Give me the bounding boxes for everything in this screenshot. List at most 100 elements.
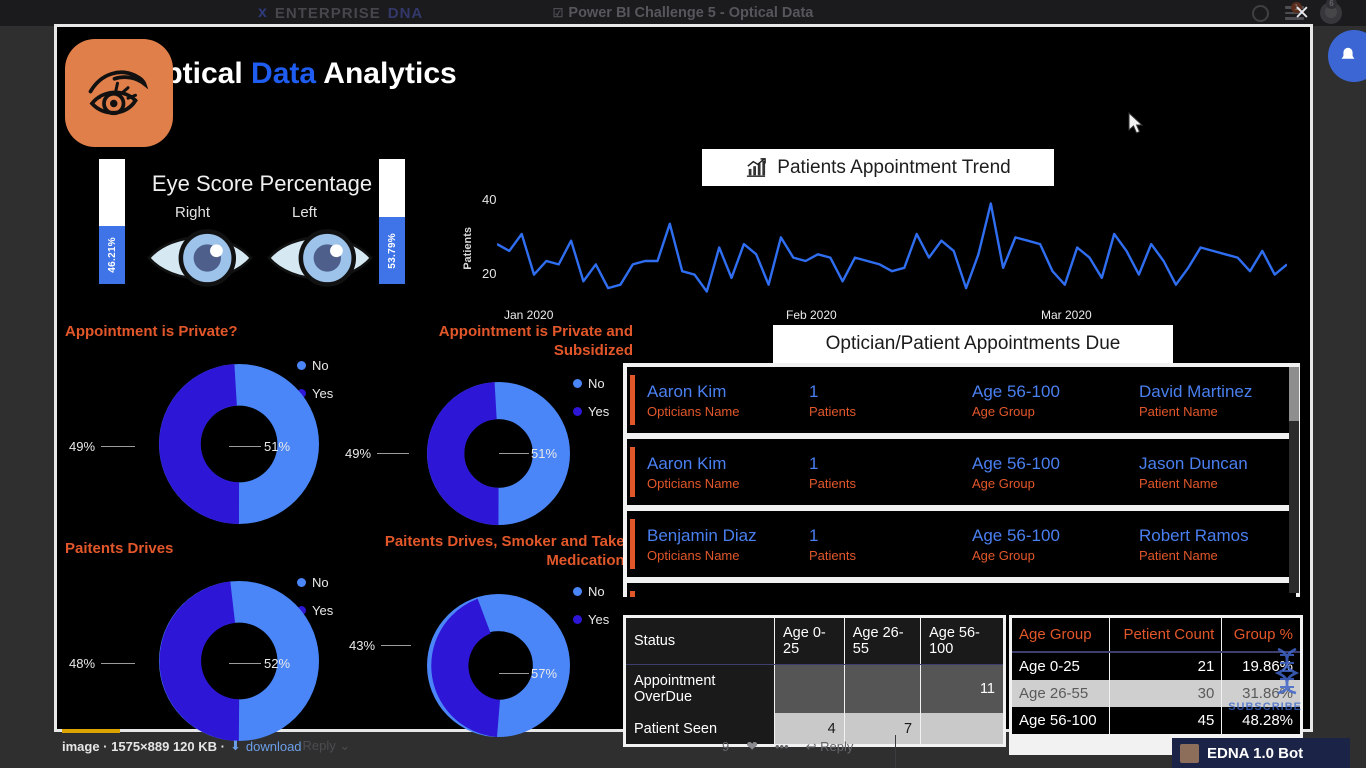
card-field: 1 Patients bbox=[809, 454, 856, 491]
age-group-table-panel: Age Group Petient Count Group % Age 0-25 21… bbox=[1009, 615, 1303, 755]
card-label: Patients bbox=[809, 547, 856, 563]
donut-pct-left: 43% bbox=[349, 638, 376, 653]
age-group-table[interactable]: Age Group Petient Count Group % Age 0-25 21… bbox=[1012, 618, 1300, 734]
donut-patients-drives: Paitents Drives No Yes 48% 52% bbox=[57, 539, 357, 754]
eye-score-panel: Eye Score Percentage Right Left 46.21% 5… bbox=[87, 149, 437, 309]
table-cell: Age 0-25 bbox=[1012, 652, 1110, 680]
bot-chip[interactable]: EDNA 1.0 Bot bbox=[1172, 738, 1350, 768]
card-label: Age Group bbox=[972, 475, 1035, 491]
chat-bubble-button[interactable] bbox=[1328, 30, 1366, 82]
appointment-card[interactable]: Aaron Kim Opticians Name 1 Patients Age 56-1… bbox=[627, 439, 1296, 505]
card-field: 1 Patients bbox=[809, 526, 856, 563]
card-label: Patient Name bbox=[1139, 547, 1218, 563]
card-value: 1 bbox=[809, 381, 819, 401]
status-matrix[interactable]: Status Age 0-25 Age 26-55 Age 56-100 Appoin… bbox=[626, 618, 1003, 744]
card-label: Patients bbox=[809, 403, 856, 419]
card-label: Opticians Name bbox=[647, 403, 740, 419]
column-header[interactable]: Status bbox=[626, 618, 775, 665]
post-actions: 9 ❤ ••• ↩ Reply bbox=[722, 738, 853, 755]
donut-pct-left: 49% bbox=[345, 446, 372, 461]
donut-ring[interactable] bbox=[159, 364, 319, 524]
left-eye-gauge: 53.79% bbox=[379, 159, 405, 284]
appointments-due-title: Optician/Patient Appointments Due bbox=[773, 325, 1173, 363]
donut-pct-right: 51% bbox=[531, 446, 558, 461]
bell-icon bbox=[1341, 47, 1355, 59]
card-value: Aaron Kim bbox=[647, 453, 727, 473]
appointment-card[interactable]: Benjamin Diaz Opticians Name 1 Patients Age … bbox=[627, 511, 1296, 577]
table-header-row: Status Age 0-25 Age 26-55 Age 56-100 bbox=[626, 618, 1003, 665]
table-cell: 45 bbox=[1109, 707, 1222, 734]
appointments-due-panel: Optician/Patient Appointments Due Aaron … bbox=[623, 325, 1303, 607]
topic-title-text: Power BI Challenge 5 - Optical Data bbox=[568, 5, 814, 21]
appointment-card[interactable]: Janet YoungOpticians Name1PatientsAge 56… bbox=[627, 583, 1296, 597]
card-value: Robert Ramos bbox=[1139, 525, 1249, 545]
column-header[interactable]: Age 56-100 bbox=[920, 618, 1003, 665]
vertical-divider bbox=[895, 735, 896, 768]
search-icon[interactable] bbox=[1252, 4, 1269, 22]
title-part-blue: Data bbox=[251, 57, 317, 90]
card-field: Jason Duncan Patient Name bbox=[1139, 454, 1248, 491]
reply-label: Reply bbox=[820, 738, 854, 754]
topic-title: ☑ Power BI Challenge 5 - Optical Data bbox=[0, 0, 1366, 26]
column-header[interactable]: Age 26-55 bbox=[843, 618, 921, 665]
card-label: Opticians Name bbox=[647, 475, 740, 491]
card-value: Benjamin Diaz bbox=[647, 525, 757, 545]
subscribe-watermark: SUBSCRIBE bbox=[1228, 701, 1302, 713]
trend-title-button[interactable]: Patients Appointment Trend bbox=[702, 149, 1054, 186]
dashboard-canvas: Optical Data Analytics Eye Score Percent… bbox=[57, 27, 1310, 755]
trend-ytick-20: 20 bbox=[482, 266, 497, 281]
bot-name: EDNA 1.0 Bot bbox=[1207, 744, 1304, 762]
appointment-card[interactable]: Aaron Kim Opticians Name 1 Patients Age 56-1… bbox=[627, 367, 1296, 433]
close-lightbox-button[interactable]: ✕ bbox=[1288, 0, 1316, 26]
card-field: Aaron Kim Opticians Name bbox=[647, 454, 739, 491]
card-value: Aaron Kim bbox=[647, 381, 727, 401]
reply-button[interactable]: ↩ Reply bbox=[806, 739, 854, 755]
table-cell: 21 bbox=[1109, 652, 1222, 680]
card-value: Age 56-100 bbox=[972, 453, 1060, 473]
card-value: Age 56-100 bbox=[972, 381, 1060, 401]
donut-title: Paitents Drives bbox=[65, 540, 174, 557]
legend-no: No bbox=[588, 584, 605, 599]
download-icon[interactable]: ⬇ bbox=[230, 738, 241, 754]
appointment-trend-chart: Patients Appointment Trend Patients 40 2… bbox=[449, 142, 1289, 332]
eye-right-label: Right bbox=[175, 204, 211, 221]
card-field: David Martinez Patient Name bbox=[1139, 382, 1252, 419]
donut-title: Paitents Drives, Smoker and Takes Medica… bbox=[365, 532, 633, 570]
image-meta-text: image · 1575×889 120 KB · bbox=[62, 738, 225, 754]
heart-icon[interactable]: ❤ bbox=[746, 738, 758, 755]
card-label: Patient Name bbox=[1139, 403, 1218, 419]
donut-title-line1: Appointment is Private and bbox=[438, 323, 633, 340]
donut-ring[interactable] bbox=[159, 581, 319, 741]
column-header[interactable]: Age Group bbox=[1012, 618, 1110, 653]
card-list-scrollbar[interactable] bbox=[1289, 367, 1299, 593]
column-header[interactable]: Age 0-25 bbox=[774, 618, 845, 665]
card-field: Robert Ramos Patient Name bbox=[1139, 526, 1249, 563]
column-header[interactable]: Petient Count bbox=[1109, 618, 1222, 653]
title-part-2: ptical bbox=[164, 57, 252, 90]
right-eye-gauge: 46.21% bbox=[99, 159, 125, 284]
card-field: Age 56-100 Age Group bbox=[972, 526, 1060, 563]
more-actions-icon[interactable]: ••• bbox=[775, 739, 789, 754]
donut-pct-right: 51% bbox=[264, 439, 291, 454]
avatar[interactable]: 6 bbox=[1320, 0, 1342, 24]
donut-title-line1: Paitents Drives, Smoker and Takes bbox=[384, 533, 633, 550]
appointments-card-list[interactable]: Aaron Kim Opticians Name 1 Patients Age 56-1… bbox=[623, 363, 1300, 597]
donut-private-subsidized: Appointment is Private and Subsidized No… bbox=[335, 322, 645, 537]
donut-drives-smoker-medications: Paitents Drives, Smoker and Takes Medica… bbox=[335, 532, 645, 757]
scrollbar-thumb[interactable] bbox=[1289, 367, 1299, 421]
donut-legend[interactable]: No Yes bbox=[573, 376, 609, 432]
legend-yes: Yes bbox=[588, 612, 610, 627]
card-value: David Martinez bbox=[1139, 381, 1253, 401]
donut-appointment-private: Appointment is Private? No Yes 49% 51% bbox=[57, 322, 357, 537]
table-row[interactable]: Appointment OverDue 11 bbox=[626, 664, 1003, 714]
download-link[interactable]: download bbox=[246, 739, 302, 754]
table-row[interactable]: Age 0-25 21 19.86% bbox=[1012, 652, 1300, 680]
faded-reply-label: Reply ⌄ bbox=[302, 738, 351, 753]
mouse-cursor bbox=[1128, 112, 1144, 134]
table-cell: Age 26-55 bbox=[1012, 680, 1110, 707]
image-lightbox[interactable]: Optical Data Analytics Eye Score Percent… bbox=[54, 24, 1313, 755]
right-eye-value: 46.21% bbox=[106, 237, 118, 273]
trend-xtick-2: Mar 2020 bbox=[1041, 308, 1092, 322]
trend-y-axis-label: Patients bbox=[462, 227, 474, 270]
donut-legend[interactable]: No Yes bbox=[573, 584, 609, 640]
